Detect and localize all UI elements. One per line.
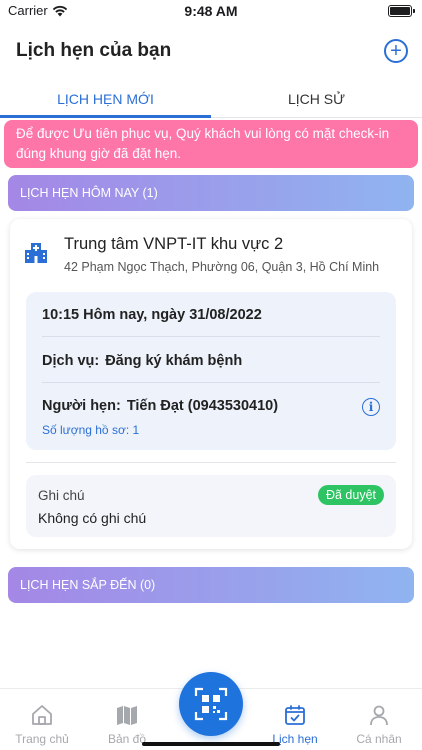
status-badge: Đã duyệt	[317, 485, 384, 505]
add-appointment-button[interactable]: +	[384, 39, 408, 63]
appointment-card[interactable]: Trung tâm VNPT-IT khu vực 2 42 Phạm Ngọc…	[10, 219, 412, 549]
center-name: Trung tâm VNPT-IT khu vực 2	[64, 235, 284, 253]
nav-profile[interactable]: Cá nhân	[344, 703, 414, 746]
status-time: 9:48 AM	[184, 3, 238, 19]
person-row: Người hẹn: Tiến Đạt (0943530410)	[42, 398, 380, 414]
hospital-icon	[25, 243, 47, 263]
nav-map[interactable]: Bản đồ	[92, 703, 162, 746]
status-bar: Carrier 9:48 AM	[0, 0, 422, 22]
record-count-link[interactable]: Số lượng hồ sơ: 1	[42, 423, 139, 437]
home-icon	[32, 705, 52, 725]
qr-scan-button[interactable]	[179, 672, 243, 736]
map-icon	[117, 706, 137, 725]
section-upcoming-header[interactable]: LỊCH HẸN SẮP ĐẾN (0)	[8, 567, 414, 603]
home-indicator	[142, 742, 280, 746]
calendar-check-icon	[285, 705, 305, 725]
person-value: Tiến Đạt (0943530410)	[126, 398, 279, 414]
center-address: 42 Phạm Ngọc Thạch, Phường 06, Quận 3, H…	[64, 260, 380, 274]
note-label: Ghi chú	[38, 488, 85, 503]
appointment-tabs: LỊCH HẸN MỚI LỊCH SỬ	[0, 82, 422, 118]
section-today-header[interactable]: LỊCH HẸN HÔM NAY (1)	[8, 175, 414, 211]
qr-code-icon	[194, 687, 228, 721]
card-divider	[26, 462, 396, 463]
nav-map-label: Bản đồ	[107, 732, 147, 746]
nav-appointments[interactable]: Lịch hẹn	[260, 703, 330, 746]
page-header: Lịch hẹn của bạn +	[0, 34, 422, 74]
service-label: Dịch vụ:	[42, 353, 100, 369]
appointment-datetime: 10:15 Hôm nay, ngày 31/08/2022	[42, 307, 262, 323]
service-value: Đăng ký khám bệnh	[105, 353, 243, 369]
person-icon	[370, 705, 388, 726]
appointment-detail: 10:15 Hôm nay, ngày 31/08/2022 Dịch vụ: Đ…	[26, 292, 396, 450]
note-text: Không có ghi chú	[38, 510, 147, 526]
note-box: Ghi chú Không có ghi chú Đã duyệt	[26, 475, 396, 537]
info-icon[interactable]: i	[362, 398, 380, 416]
plus-circle-icon: +	[390, 40, 402, 62]
tab-new-appointments[interactable]: LỊCH HẸN MỚI	[0, 82, 211, 118]
nav-profile-label: Cá nhân	[356, 732, 402, 746]
battery-icon	[388, 5, 415, 17]
detail-divider	[42, 336, 380, 337]
person-label: Người hẹn:	[42, 398, 121, 414]
checkin-notice: Để được Ưu tiên phục vụ, Quý khách vui l…	[4, 120, 418, 168]
nav-home-label: Trang chủ	[15, 732, 69, 746]
nav-home[interactable]: Trang chủ	[7, 703, 77, 746]
page-title: Lịch hẹn của bạn	[16, 40, 172, 61]
tab-history[interactable]: LỊCH SỬ	[211, 82, 422, 117]
service-row: Dịch vụ: Đăng ký khám bệnh	[42, 353, 380, 369]
detail-divider	[42, 382, 380, 383]
